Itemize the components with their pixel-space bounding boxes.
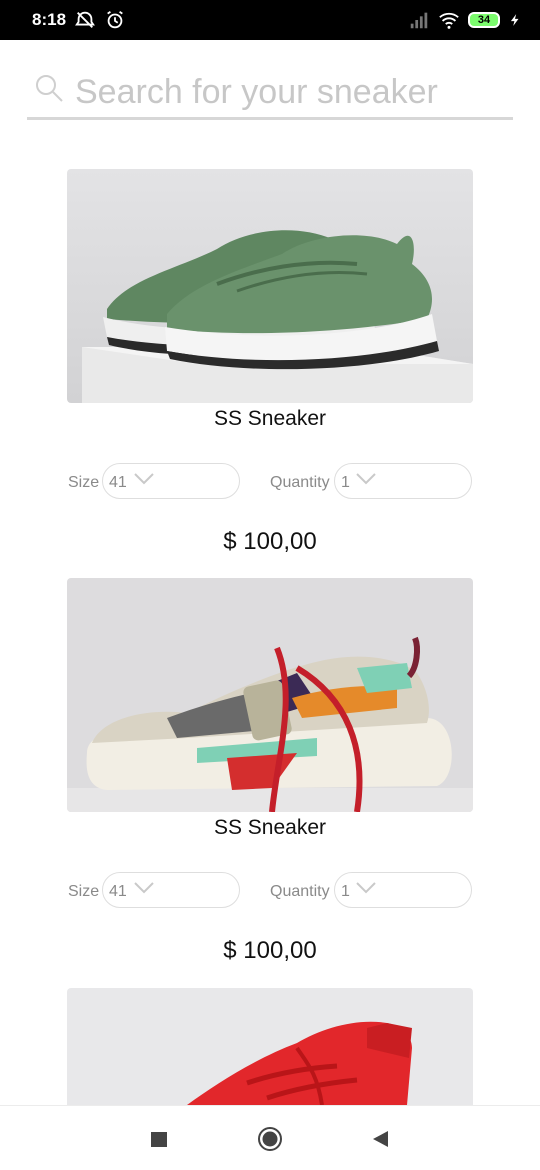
product-name: SS Sneaker [213,407,327,430]
navigation-bar [0,1105,540,1170]
green-sneaker-image[interactable] [67,169,473,403]
product-name: SS Sneaker [213,816,327,839]
alarm-clock-icon [107,10,123,29]
status-bar: 8:18 34 [0,0,540,40]
charging-icon [510,14,519,26]
search-input[interactable] [75,72,505,112]
battery-icon: 34 [468,12,500,28]
status-right: 34 [408,9,522,31]
search-icon[interactable] [33,72,65,104]
chevron-down-icon[interactable] [355,472,377,486]
clock-time: 8:18 [32,10,67,29]
quantity-value: 1 [341,474,350,491]
home-circle-icon[interactable] [257,1126,283,1152]
wifi-icon [439,12,459,29]
multicolor-sneaker-image[interactable] [67,578,473,812]
product-price: $ 100,00 [223,937,317,964]
size-label: Size [68,474,100,491]
size-dropdown[interactable]: 41 [102,463,240,499]
quantity-dropdown[interactable]: 1 [334,872,472,908]
size-dropdown[interactable]: 41 [102,872,240,908]
quantity-label: Quantity [270,474,330,491]
size-label: Size [68,883,100,900]
status-left: 8:18 [32,9,126,31]
red-sneaker-image[interactable] [67,988,473,1105]
alarm-off-icon [75,11,95,28]
signal-icon [410,12,428,29]
search-bar[interactable] [27,66,513,120]
size-value: 41 [109,474,127,491]
quantity-value: 1 [341,883,350,900]
chevron-down-icon[interactable] [355,881,377,895]
chevron-down-icon[interactable] [133,472,155,486]
quantity-label: Quantity [270,883,330,900]
recents-square-icon[interactable] [146,1126,172,1152]
product-price: $ 100,00 [223,528,317,555]
chevron-down-icon[interactable] [133,881,155,895]
quantity-dropdown[interactable]: 1 [334,463,472,499]
back-triangle-icon[interactable] [368,1126,394,1152]
size-value: 41 [109,883,127,900]
